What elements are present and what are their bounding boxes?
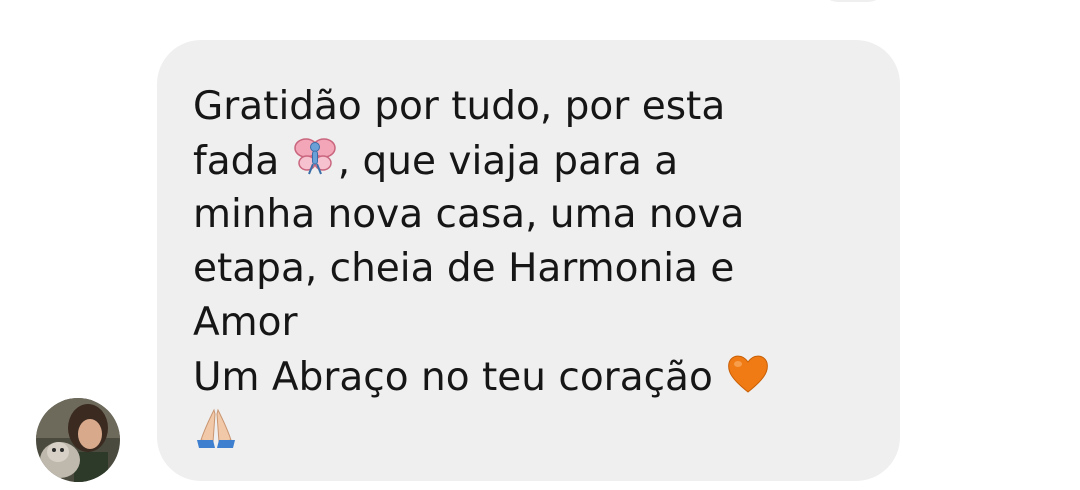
message-line: Um Abraço no teu coração	[193, 350, 864, 404]
chat-view: Gratidão por tudo, por esta fada , que v…	[0, 0, 1080, 490]
avatar[interactable]	[36, 398, 120, 482]
message-line-segment: fada	[193, 139, 280, 184]
message-line-segment: , que viaja para a	[337, 139, 679, 184]
folded-hands-icon	[193, 404, 239, 450]
message-line	[193, 404, 864, 458]
message-line: fada , que viaja para a	[193, 134, 864, 188]
message-line: Gratidão por tudo, por esta	[193, 84, 726, 129]
message-line: etapa, cheia de Harmonia e	[193, 246, 735, 291]
message-text: Gratidão por tudo, por esta fada , que v…	[193, 80, 864, 458]
message-bubble[interactable]: Gratidão por tudo, por esta fada , que v…	[157, 40, 900, 481]
message-line: minha nova casa, uma nova	[193, 192, 745, 237]
message-line-segment: Um Abraço no teu coração	[193, 355, 713, 400]
orange-heart-icon	[725, 350, 771, 396]
message-line: Amor	[193, 300, 298, 345]
fairy-icon	[292, 134, 338, 180]
previous-message-bubble[interactable]	[820, 0, 886, 2]
